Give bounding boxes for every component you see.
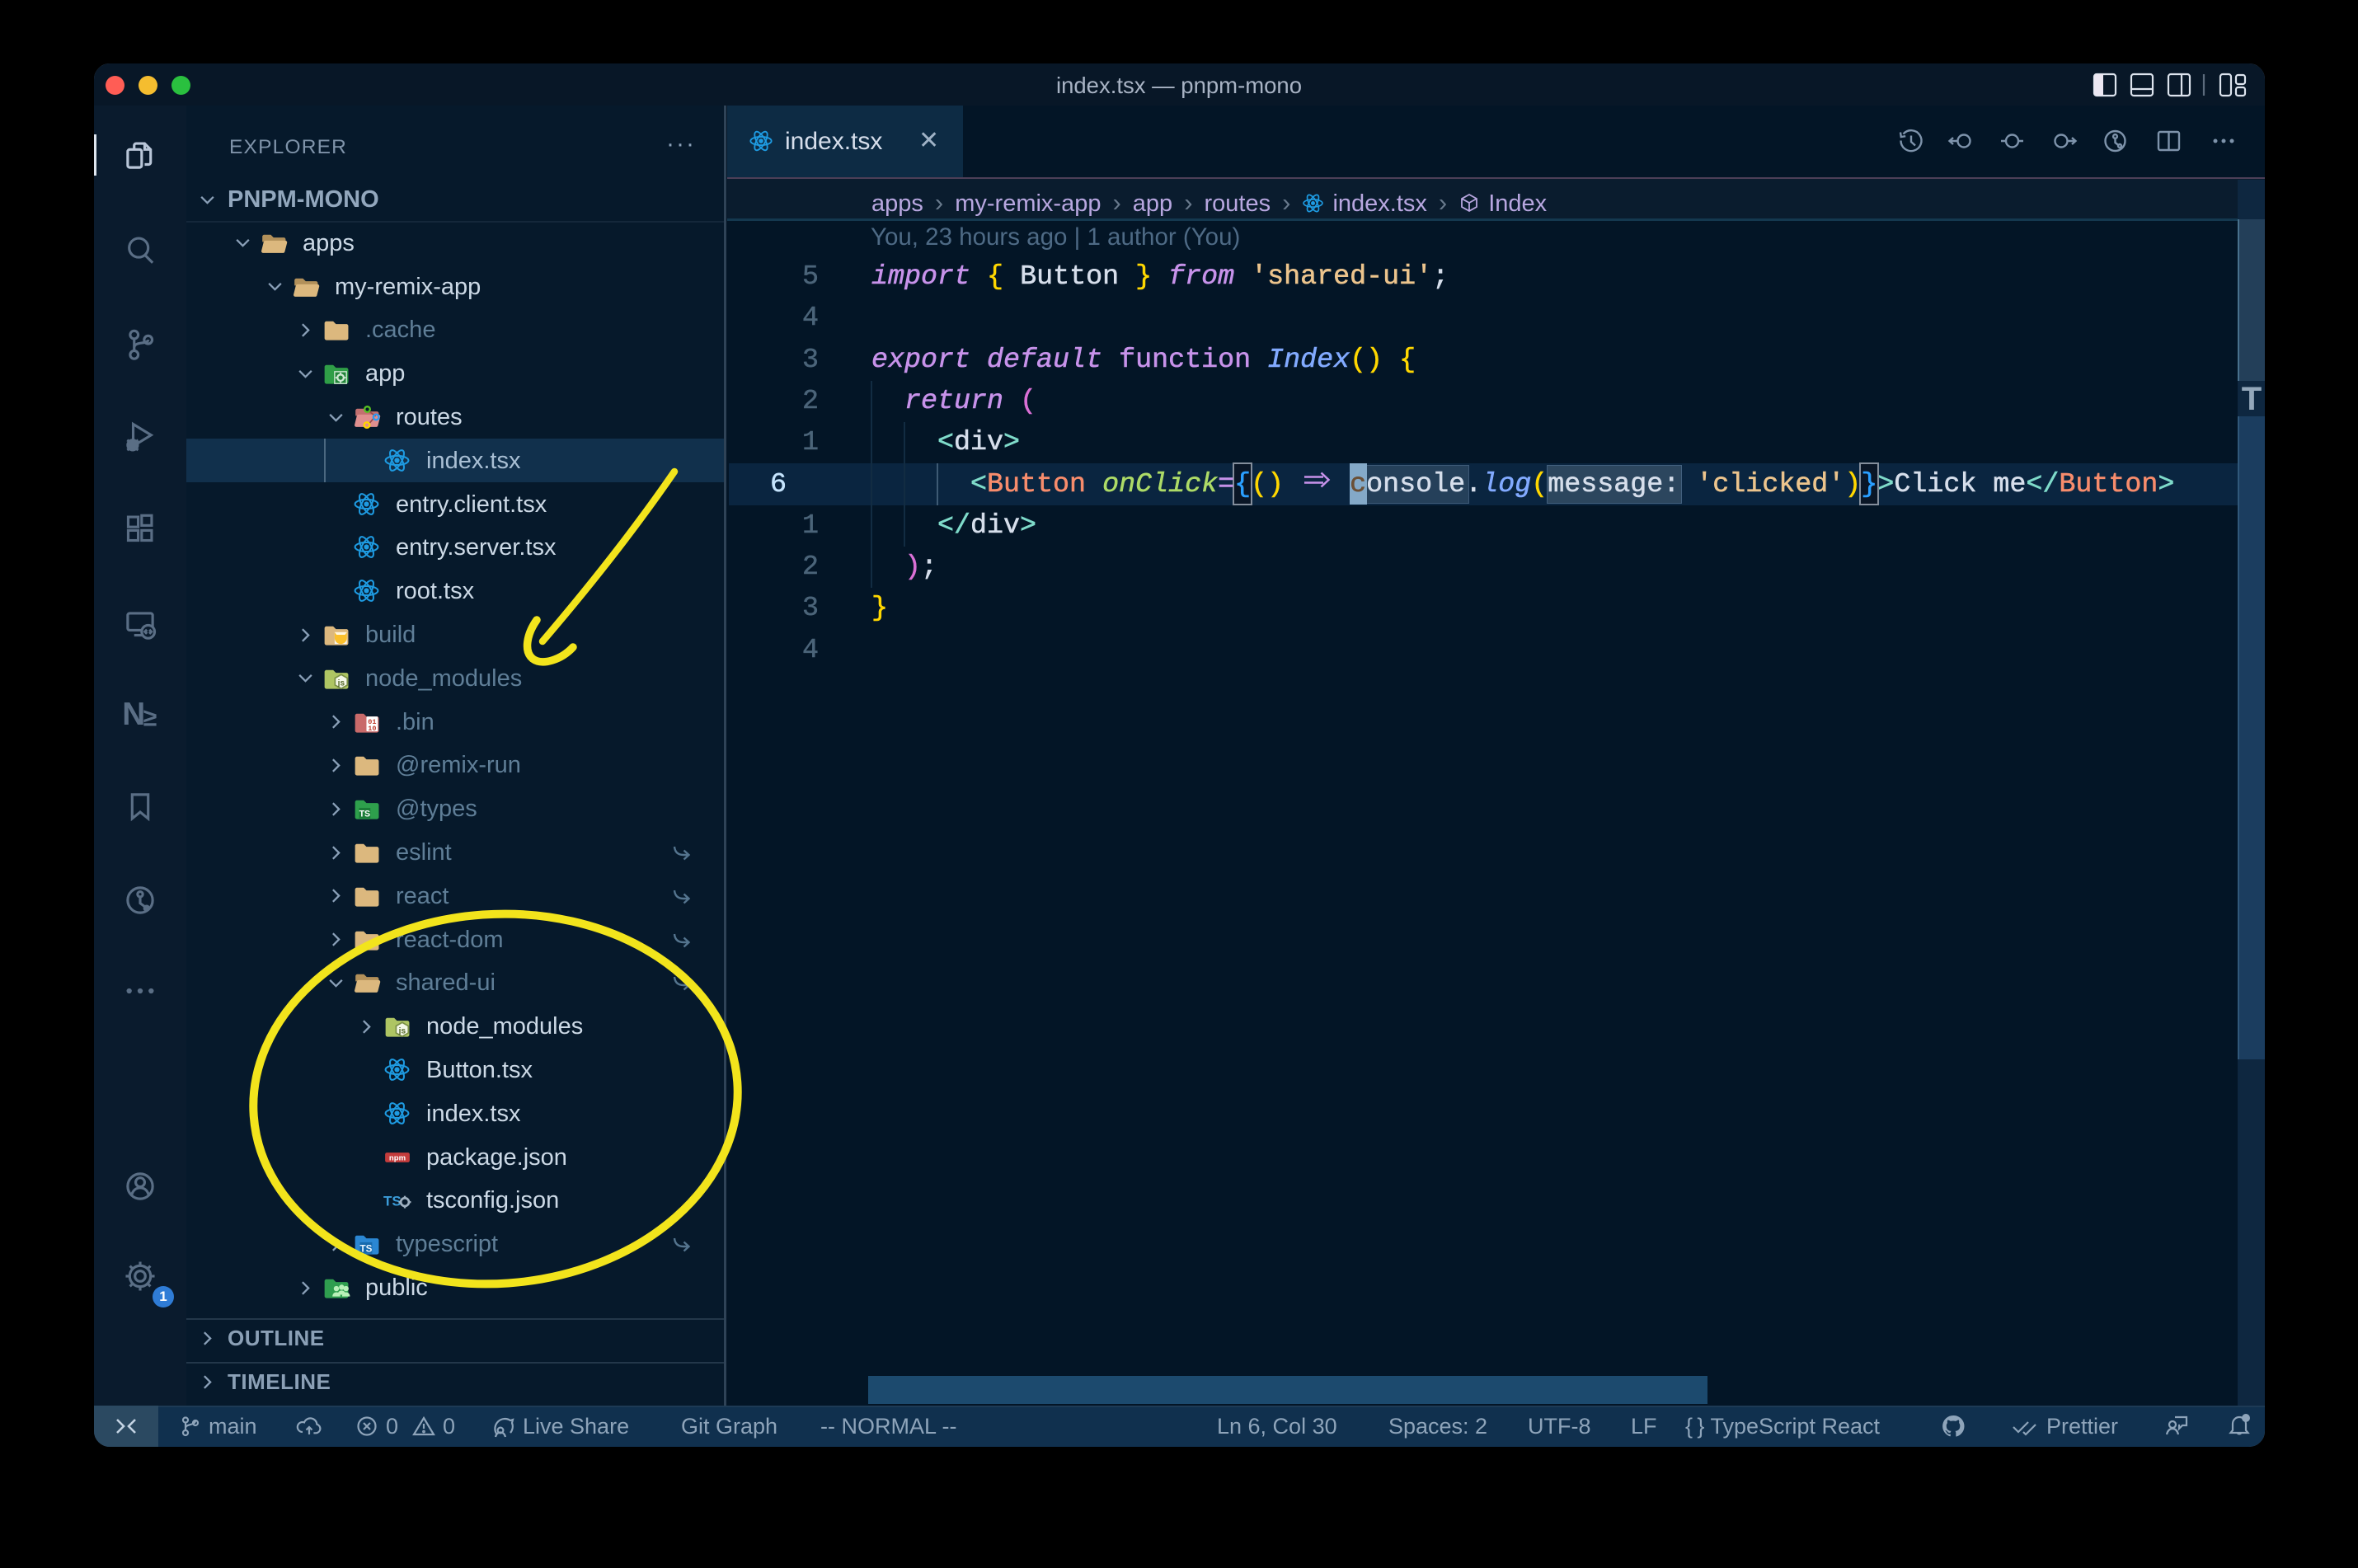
svg-text:≥: ≥: [143, 704, 157, 731]
svg-text:N: N: [122, 697, 145, 732]
svg-text:js: js: [398, 1027, 406, 1036]
svg-text:TS: TS: [383, 1194, 402, 1209]
svg-text:TS: TS: [359, 1244, 372, 1255]
svg-text:10: 10: [368, 725, 376, 733]
svg-text:npm: npm: [389, 1153, 406, 1162]
svg-text:TS: TS: [359, 810, 371, 819]
svg-text:js: js: [337, 678, 345, 688]
